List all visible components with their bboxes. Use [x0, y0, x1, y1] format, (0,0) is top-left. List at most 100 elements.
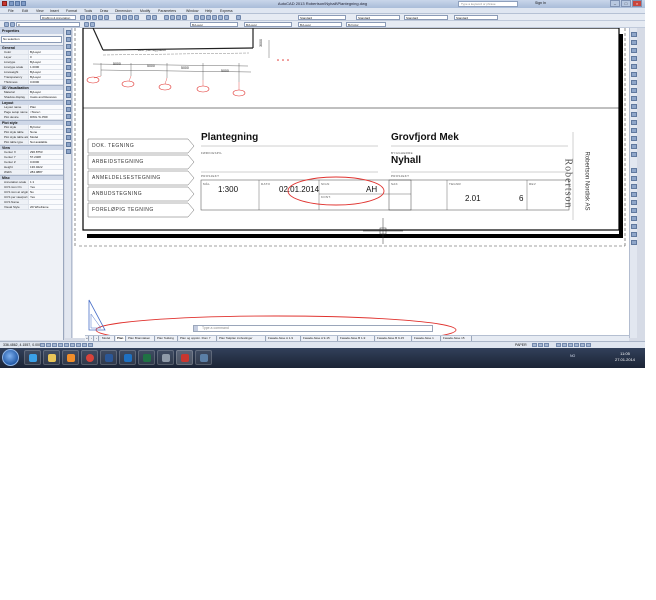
- menu-dimension[interactable]: Dimension: [115, 9, 132, 13]
- gradient-icon[interactable]: [66, 128, 71, 133]
- chamfer-icon[interactable]: [631, 136, 637, 141]
- polar-icon[interactable]: [58, 343, 63, 347]
- property-value[interactable]: ByLayer: [28, 60, 63, 64]
- property-value[interactable]: 284.0887: [28, 170, 63, 174]
- mtext-icon[interactable]: [66, 149, 71, 154]
- start-button[interactable]: [2, 349, 19, 366]
- pan-icon[interactable]: [164, 15, 169, 20]
- taskbar-media-player[interactable]: [62, 350, 79, 365]
- properties-icon[interactable]: [194, 15, 199, 20]
- property-value[interactable]: Not available: [28, 140, 63, 144]
- menu-file[interactable]: File: [8, 9, 14, 13]
- save-icon[interactable]: [92, 15, 97, 20]
- property-value[interactable]: No: [28, 190, 63, 194]
- revision-cloud-icon[interactable]: [66, 79, 71, 84]
- make-current-icon[interactable]: [84, 22, 89, 27]
- menu-format[interactable]: Format: [66, 9, 77, 13]
- property-value[interactable]: Casts and Receives: [28, 95, 63, 99]
- arc-icon[interactable]: [66, 65, 71, 70]
- property-row[interactable]: Visual Style 2D Wireframe: [0, 205, 63, 210]
- taskbar-autocad[interactable]: [176, 350, 193, 365]
- polygon-icon[interactable]: [66, 51, 71, 56]
- menu-draw[interactable]: Draw: [100, 9, 108, 13]
- property-value[interactable]: ByLayer: [28, 90, 63, 94]
- dim-continue-icon[interactable]: [631, 216, 637, 221]
- trim-icon[interactable]: [631, 104, 637, 109]
- workspace-dropdown[interactable]: Drafting & Annotation: [40, 15, 76, 20]
- property-value[interactable]: Yes: [28, 185, 63, 189]
- plotstyle-dropdown[interactable]: ByColor: [346, 22, 386, 27]
- region-icon[interactable]: [66, 135, 71, 140]
- stretch-icon[interactable]: [631, 96, 637, 101]
- linetype-dropdown[interactable]: ByLayer: [244, 22, 292, 27]
- annotation-scale-icon[interactable]: [556, 343, 561, 347]
- property-value[interactable]: Yes: [28, 195, 63, 199]
- dim-radius-icon[interactable]: [631, 192, 637, 197]
- close-button[interactable]: ×: [632, 0, 642, 7]
- calculator-icon[interactable]: [224, 15, 229, 20]
- break-icon[interactable]: [631, 120, 637, 125]
- markup-icon[interactable]: [218, 15, 223, 20]
- property-value[interactable]: 1:1: [28, 180, 63, 184]
- zoom-previous-icon[interactable]: [182, 15, 187, 20]
- color-dropdown[interactable]: ByLayer: [190, 22, 238, 27]
- menu-insert[interactable]: Insert: [50, 9, 59, 13]
- multileader-style-dropdown[interactable]: Standard: [454, 15, 498, 20]
- dim-style-dropdown[interactable]: Standard: [356, 15, 400, 20]
- snap-icon[interactable]: [40, 343, 45, 347]
- dim-style-icon[interactable]: [631, 240, 637, 245]
- insert-block-icon[interactable]: [66, 100, 71, 105]
- taskbar-app[interactable]: [157, 350, 174, 365]
- lweight-icon[interactable]: [88, 343, 93, 347]
- tolerance-icon[interactable]: [631, 224, 637, 229]
- zoom-window-icon[interactable]: [176, 15, 181, 20]
- center-mark-icon[interactable]: [631, 232, 637, 237]
- construction-line-icon[interactable]: [66, 37, 71, 42]
- ducs-icon[interactable]: [76, 343, 81, 347]
- undo-icon[interactable]: [146, 15, 151, 20]
- open-icon[interactable]: [86, 15, 91, 20]
- array-icon[interactable]: [631, 64, 637, 69]
- pan-icon[interactable]: [538, 343, 543, 347]
- table-style-dropdown[interactable]: Standard: [404, 15, 448, 20]
- property-value[interactable]: 1.0000: [28, 65, 63, 69]
- explode-icon[interactable]: [631, 152, 637, 157]
- lineweight-dropdown[interactable]: ByLayer: [298, 22, 342, 27]
- otrack-icon[interactable]: [70, 343, 75, 347]
- fillet-icon[interactable]: [631, 144, 637, 149]
- property-value[interactable]: ByLayer: [28, 50, 63, 54]
- property-value[interactable]: Plan: [28, 105, 63, 109]
- close-icon[interactable]: [194, 326, 198, 331]
- taskbar-word[interactable]: [100, 350, 117, 365]
- sign-in-link[interactable]: Sign In: [535, 1, 546, 5]
- tool-palettes-icon[interactable]: [206, 15, 211, 20]
- copy-object-icon[interactable]: [631, 40, 637, 45]
- table-icon[interactable]: [66, 142, 71, 147]
- cut-icon[interactable]: [116, 15, 121, 20]
- join-icon[interactable]: [631, 128, 637, 133]
- mirror-icon[interactable]: [631, 48, 637, 53]
- match-properties-icon[interactable]: [134, 15, 139, 20]
- make-block-icon[interactable]: [66, 107, 71, 112]
- property-value[interactable]: 57.2408: [28, 155, 63, 159]
- plot-icon[interactable]: [98, 15, 103, 20]
- maximize-button[interactable]: □: [621, 0, 631, 7]
- taskbar-excel[interactable]: [138, 350, 155, 365]
- property-value[interactable]: 0.0000: [28, 80, 63, 84]
- clock[interactable]: 11:05 27.01.2014: [615, 351, 635, 363]
- copy-icon[interactable]: [122, 15, 127, 20]
- design-center-icon[interactable]: [200, 15, 205, 20]
- point-icon[interactable]: [66, 114, 71, 119]
- property-value[interactable]: 0: [28, 55, 63, 59]
- menu-tools[interactable]: Tools: [84, 9, 92, 13]
- rectangle-icon[interactable]: [66, 58, 71, 63]
- rotate-icon[interactable]: [631, 80, 637, 85]
- dim-linear-icon[interactable]: [631, 168, 637, 173]
- taskbar-app2[interactable]: [195, 350, 212, 365]
- taskbar-explorer[interactable]: [43, 350, 60, 365]
- menu-modify[interactable]: Modify: [140, 9, 150, 13]
- menu-express[interactable]: Express: [220, 9, 233, 13]
- move-icon[interactable]: [631, 72, 637, 77]
- dim-baseline-icon[interactable]: [631, 208, 637, 213]
- dim-arc-icon[interactable]: [631, 184, 637, 189]
